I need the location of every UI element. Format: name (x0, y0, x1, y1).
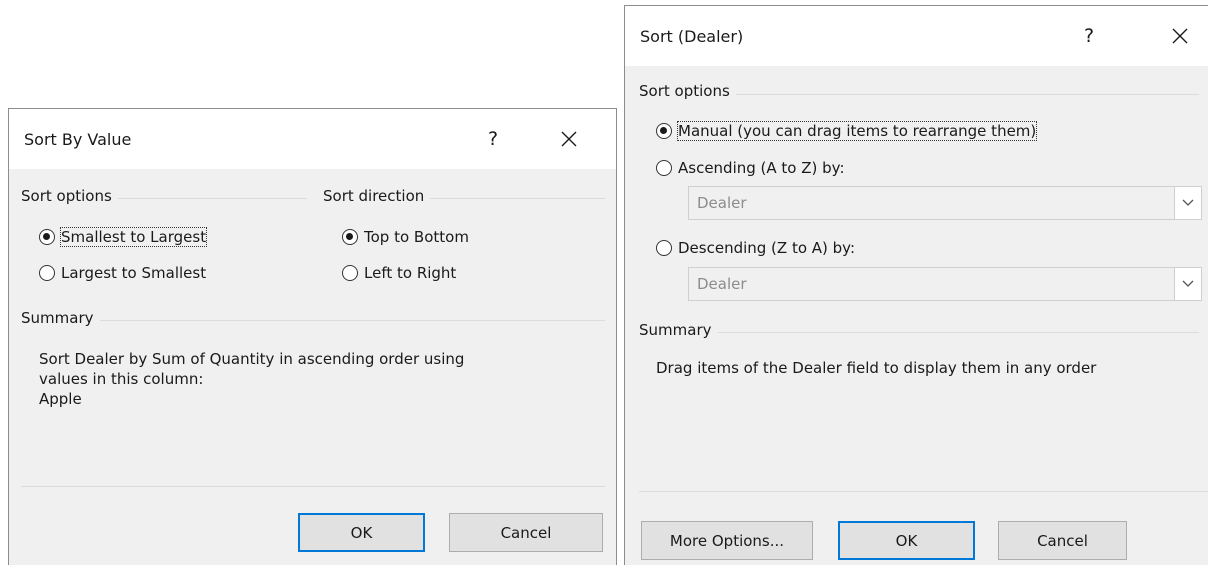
ok-button[interactable]: OK (838, 521, 975, 560)
summary-line: Apple (39, 390, 82, 408)
help-icon: ? (1083, 25, 1095, 47)
sort-by-value-dialog: Sort By Value ? Sort options Smallest to… (8, 108, 617, 565)
sort-options-label: Sort options (639, 82, 736, 100)
summary-text: Drag items of the Dealer field to displa… (656, 359, 1097, 377)
help-button[interactable]: ? (1069, 14, 1109, 58)
radio-label: Top to Bottom (364, 228, 469, 246)
sort-dealer-dialog: Sort (Dealer) ? Sort options Manual (you… (624, 5, 1208, 565)
radio-button[interactable] (39, 229, 55, 245)
radio-label: Descending (Z to A) by: (678, 239, 856, 257)
radio-button[interactable] (656, 123, 672, 139)
dialog-title: Sort By Value (24, 130, 132, 149)
summary-divider (21, 320, 605, 321)
sort-direction-label: Sort direction (323, 187, 431, 205)
footer-divider (21, 486, 605, 487)
footer-divider (639, 491, 1208, 492)
radio-largest-to-smallest[interactable]: Largest to Smallest (39, 264, 206, 282)
radio-ascending[interactable]: Ascending (A to Z) by: (656, 159, 845, 177)
title-bar: Sort (Dealer) ? (625, 6, 1208, 66)
more-options-button[interactable]: More Options... (641, 521, 813, 560)
radio-label: Left to Right (364, 264, 457, 282)
cancel-button[interactable]: Cancel (998, 521, 1127, 560)
sort-options-label: Sort options (21, 187, 118, 205)
chevron-down-icon (1182, 199, 1194, 206)
radio-top-to-bottom[interactable]: Top to Bottom (342, 228, 469, 246)
close-button[interactable] (1160, 14, 1200, 58)
help-button[interactable]: ? (473, 117, 513, 161)
radio-label: Largest to Smallest (61, 264, 207, 282)
radio-manual[interactable]: Manual (you can drag items to rearrange … (656, 121, 1038, 141)
summary-line: values in this column: (39, 370, 204, 388)
radio-descending[interactable]: Descending (Z to A) by: (656, 239, 855, 257)
summary-label: Summary (21, 309, 100, 327)
radio-button[interactable] (656, 160, 672, 176)
ascending-field-select[interactable]: Dealer (688, 186, 1202, 220)
dropdown-button[interactable] (1174, 187, 1201, 219)
radio-button[interactable] (342, 229, 358, 245)
radio-smallest-to-largest[interactable]: Smallest to Largest (39, 227, 208, 247)
cancel-button[interactable]: Cancel (449, 513, 603, 552)
radio-button[interactable] (39, 265, 55, 281)
radio-left-to-right[interactable]: Left to Right (342, 264, 456, 282)
summary-line: Sort Dealer by Sum of Quantity in ascend… (39, 350, 465, 368)
radio-label: Manual (you can drag items to rearrange … (676, 121, 1038, 141)
summary-text: Sort Dealer by Sum of Quantity in ascend… (39, 349, 609, 409)
close-button[interactable] (549, 117, 589, 161)
radio-button[interactable] (342, 265, 358, 281)
select-value: Dealer (697, 194, 747, 212)
radio-label: Ascending (A to Z) by: (678, 159, 845, 177)
close-icon (1172, 28, 1188, 44)
radio-label: Smallest to Largest (59, 227, 208, 247)
close-icon (561, 131, 577, 147)
chevron-down-icon (1182, 280, 1194, 287)
summary-label: Summary (639, 321, 718, 339)
descending-field-select[interactable]: Dealer (688, 267, 1202, 301)
dropdown-button[interactable] (1174, 268, 1201, 300)
help-icon: ? (487, 128, 499, 150)
summary-divider (639, 332, 1199, 333)
dialog-title: Sort (Dealer) (640, 27, 744, 46)
ok-button[interactable]: OK (298, 513, 425, 552)
radio-button[interactable] (656, 240, 672, 256)
select-value: Dealer (697, 275, 747, 293)
title-bar: Sort By Value ? (9, 109, 616, 169)
